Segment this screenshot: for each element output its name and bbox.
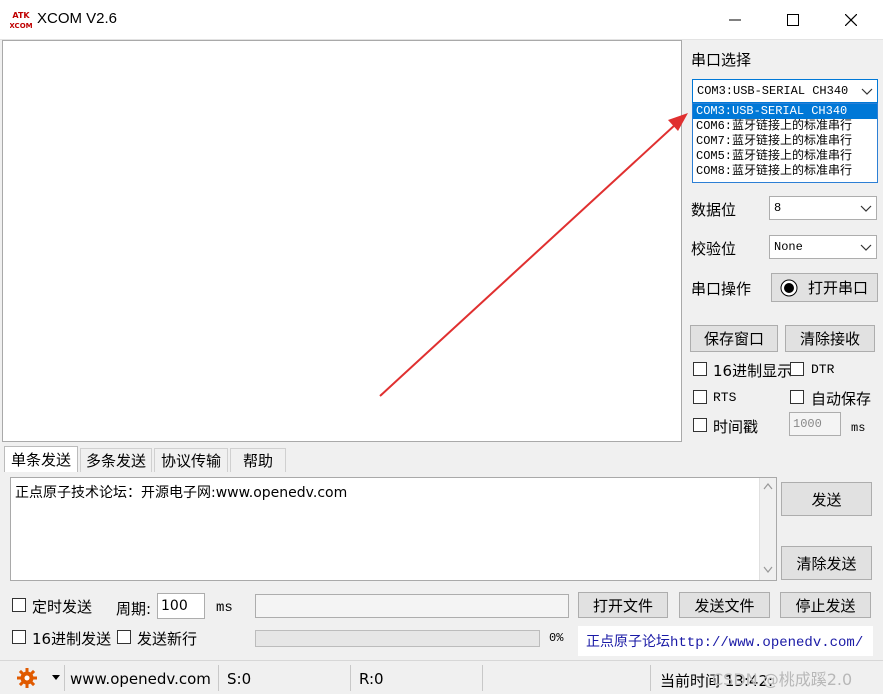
dtr-label: DTR bbox=[811, 362, 835, 377]
svg-text:ATK: ATK bbox=[12, 11, 30, 20]
hex-send-checkbox[interactable] bbox=[12, 630, 26, 644]
tab-protocol[interactable]: 协议传输 bbox=[154, 448, 228, 472]
scroll-down-icon[interactable] bbox=[763, 566, 773, 574]
port-option[interactable]: COM7:蓝牙链接上的标准串行 bbox=[693, 134, 877, 149]
send-newline-label: 发送新行 bbox=[137, 630, 198, 648]
svg-text:XCOM: XCOM bbox=[10, 22, 32, 30]
forum-link-panel: 正点原子论坛http://www.openedv.com/ bbox=[578, 626, 873, 656]
caret-down-icon[interactable] bbox=[52, 675, 60, 681]
timestamp-unit: ms bbox=[851, 421, 866, 435]
app-logo-icon: ATK XCOM bbox=[10, 9, 32, 31]
databits-value: 8 bbox=[774, 201, 782, 215]
dtr-checkbox[interactable] bbox=[790, 362, 804, 376]
chevron-down-icon bbox=[860, 205, 872, 212]
timestamp-label: 时间戳 bbox=[713, 418, 759, 436]
scroll-up-icon[interactable] bbox=[763, 482, 773, 490]
port-select[interactable]: COM3:USB-SERIAL CH340 bbox=[692, 79, 878, 103]
databits-select[interactable]: 8 bbox=[769, 196, 877, 220]
port-dropdown-list[interactable]: COM3:USB-SERIAL CH340 COM6:蓝牙链接上的标准串行 CO… bbox=[692, 103, 878, 183]
period-input[interactable]: 100 bbox=[157, 593, 205, 619]
open-file-button[interactable]: 打开文件 bbox=[578, 592, 668, 618]
port-option[interactable]: COM6:蓝牙链接上的标准串行 bbox=[693, 119, 877, 134]
status-sent-count: S:0 bbox=[227, 670, 252, 688]
status-separator bbox=[64, 665, 65, 691]
auto-save-checkbox[interactable] bbox=[790, 390, 804, 404]
hex-display-label: 16进制显示 bbox=[713, 362, 793, 380]
tab-single-send[interactable]: 单条发送 bbox=[4, 446, 78, 472]
close-button[interactable] bbox=[822, 0, 880, 40]
send-file-button[interactable]: 发送文件 bbox=[679, 592, 770, 618]
port-select-label: 串口选择 bbox=[691, 51, 752, 69]
rts-checkbox[interactable] bbox=[693, 390, 707, 404]
clear-receive-button[interactable]: 清除接收 bbox=[785, 325, 875, 352]
chevron-down-icon bbox=[861, 88, 873, 95]
status-website: www.openedv.com bbox=[70, 670, 211, 688]
title-bar: ATK XCOM XCOM V2.6 bbox=[0, 0, 883, 40]
file-path-input[interactable] bbox=[255, 594, 569, 618]
rts-label: RTS bbox=[713, 390, 737, 405]
chevron-down-icon bbox=[860, 244, 872, 251]
timestamp-checkbox[interactable] bbox=[693, 418, 707, 432]
tab-multi-send[interactable]: 多条发送 bbox=[80, 448, 152, 472]
gear-icon[interactable] bbox=[16, 667, 38, 689]
timed-send-label: 定时发送 bbox=[32, 598, 93, 616]
period-unit: ms bbox=[216, 600, 233, 616]
send-progress-text: 0% bbox=[549, 631, 564, 645]
forum-link[interactable]: 正点原子论坛http://www.openedv.com/ bbox=[586, 631, 863, 651]
send-scrollbar[interactable] bbox=[759, 478, 776, 580]
hex-display-checkbox[interactable] bbox=[693, 362, 707, 376]
parity-select[interactable]: None bbox=[769, 235, 877, 259]
maximize-button[interactable] bbox=[764, 0, 822, 40]
timestamp-interval-input[interactable]: 1000 bbox=[789, 412, 841, 436]
send-textarea[interactable]: 正点原子技术论坛：开源电子网:www.openedv.com bbox=[10, 477, 777, 581]
port-option[interactable]: COM8:蓝牙链接上的标准串行 bbox=[693, 164, 877, 179]
send-progress-bar bbox=[255, 630, 540, 647]
parity-label: 校验位 bbox=[691, 240, 737, 258]
receive-textarea[interactable] bbox=[2, 40, 682, 442]
stop-send-button[interactable]: 停止发送 bbox=[780, 592, 871, 618]
open-port-label: 打开串口 bbox=[808, 279, 869, 297]
port-select-value: COM3:USB-SERIAL CH340 bbox=[697, 84, 849, 98]
clear-send-button[interactable]: 清除发送 bbox=[781, 546, 872, 580]
timed-send-checkbox[interactable] bbox=[12, 598, 26, 612]
databits-label: 数据位 bbox=[691, 201, 737, 219]
status-separator bbox=[650, 665, 651, 691]
port-option[interactable]: COM3:USB-SERIAL CH340 bbox=[693, 104, 877, 119]
hex-send-label: 16进制发送 bbox=[32, 630, 112, 648]
close-icon bbox=[845, 14, 857, 26]
minimize-icon bbox=[729, 19, 741, 21]
period-label: 周期: bbox=[116, 600, 152, 618]
status-received-count: R:0 bbox=[359, 670, 384, 688]
status-separator bbox=[350, 665, 351, 691]
status-separator bbox=[482, 665, 483, 691]
auto-save-label: 自动保存 bbox=[811, 390, 872, 408]
send-text: 正点原子技术论坛：开源电子网:www.openedv.com bbox=[15, 485, 348, 501]
window-title: XCOM V2.6 bbox=[37, 10, 118, 27]
open-port-button[interactable]: 打开串口 bbox=[771, 273, 878, 302]
tab-help[interactable]: 帮助 bbox=[230, 448, 286, 472]
maximize-icon bbox=[787, 14, 799, 26]
save-window-button[interactable]: 保存窗口 bbox=[690, 325, 778, 352]
watermark: CSDN @桃成蹊2.0 bbox=[712, 670, 853, 689]
port-operation-label: 串口操作 bbox=[691, 280, 752, 298]
parity-value: None bbox=[774, 240, 803, 254]
port-status-indicator-icon bbox=[780, 279, 798, 296]
send-newline-checkbox[interactable] bbox=[117, 630, 131, 644]
minimize-button[interactable] bbox=[706, 0, 764, 40]
port-option[interactable]: COM5:蓝牙链接上的标准串行 bbox=[693, 149, 877, 164]
send-button[interactable]: 发送 bbox=[781, 482, 872, 516]
status-separator bbox=[218, 665, 219, 691]
status-bar: www.openedv.com S:0 R:0 当前时间 13:42: CSDN… bbox=[0, 660, 883, 694]
